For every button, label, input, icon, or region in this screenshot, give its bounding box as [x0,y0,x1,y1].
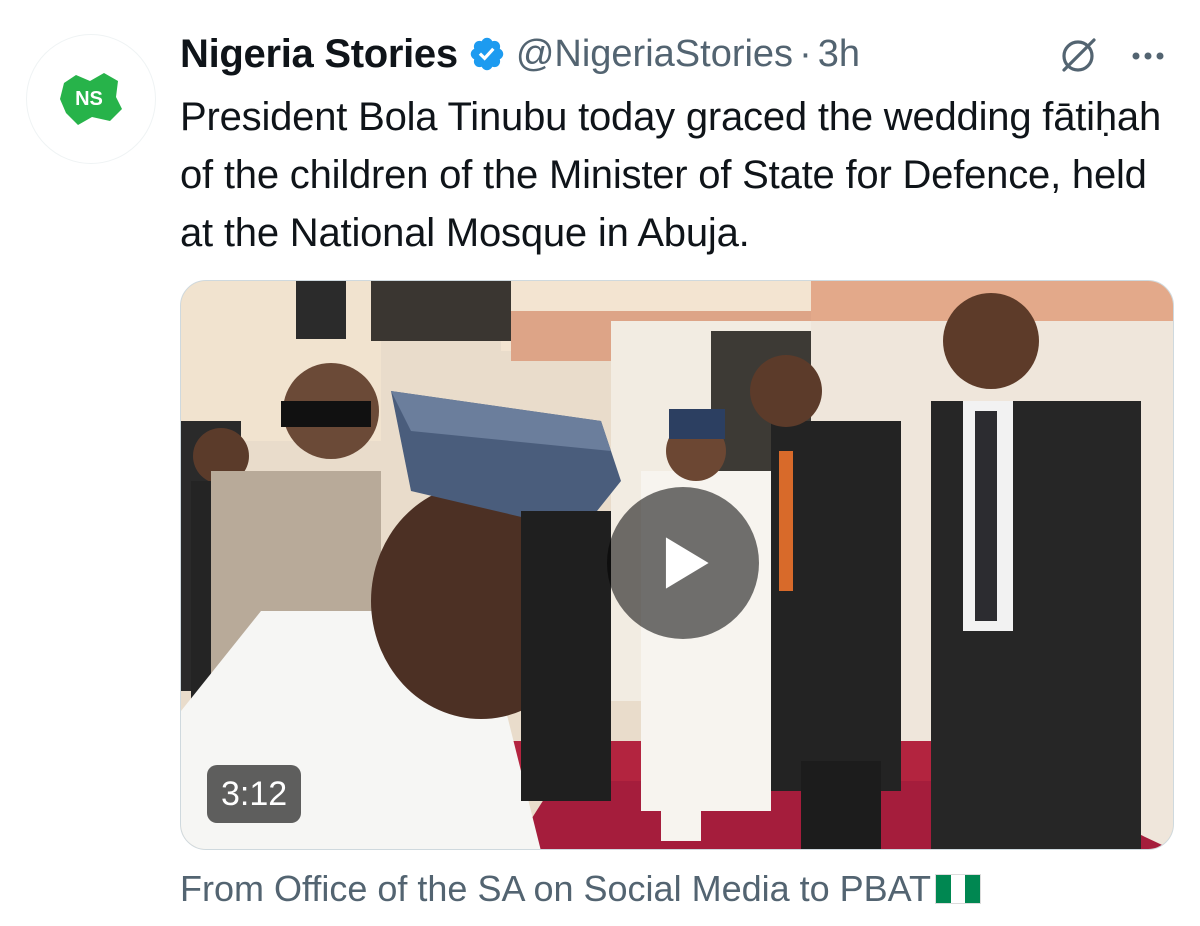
nigeria-flag-icon [935,874,982,904]
video-duration: 3:12 [207,765,302,823]
video-player[interactable]: 3:12 [180,280,1174,850]
timestamp[interactable]: 3h [818,33,860,76]
play-icon [665,537,709,589]
nigeria-stories-logo: NS [56,69,126,129]
play-button[interactable] [607,487,759,639]
handle[interactable]: @NigeriaStories [516,33,793,76]
source-text: From Office of the SA on Social Media to… [180,868,932,909]
avatar[interactable]: NS [26,34,156,164]
grok-icon[interactable] [1056,34,1100,78]
display-name[interactable]: Nigeria Stories [180,32,458,77]
separator-dot: · [799,32,812,75]
tweet-text: President Bola Tinubu today graced the w… [180,95,1161,255]
header-actions [1056,34,1170,78]
tweet-header: Nigeria Stories @NigeriaStories · 3h [180,28,1170,80]
source-line: From Office of the SA on Social Media to… [180,868,982,910]
svg-text:NS: NS [75,88,103,110]
more-options-icon[interactable] [1126,34,1170,78]
verified-badge-icon[interactable] [468,35,506,73]
